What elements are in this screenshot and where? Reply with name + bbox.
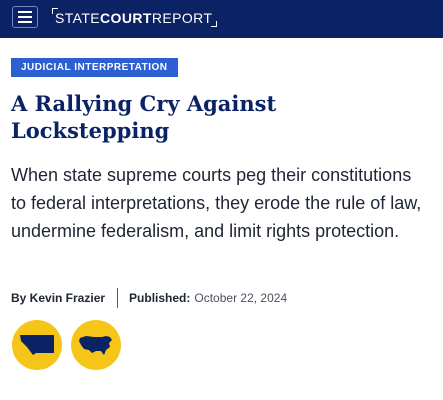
montana-map-icon <box>20 335 54 355</box>
tag-montana[interactable] <box>12 320 62 370</box>
tag-united-states[interactable] <box>71 320 121 370</box>
byline[interactable]: By Kevin Frazier <box>11 291 105 305</box>
published-date: October 22, 2024 <box>194 291 288 305</box>
article-title: A Rallying Cry Against Lockstepping <box>11 91 277 143</box>
site-header: STATECOURTREPORT <box>0 0 443 38</box>
article-dek: When state supreme courts peg their cons… <box>11 165 422 241</box>
category-badge[interactable]: JUDICIAL INTERPRETATION <box>11 58 178 77</box>
hamburger-menu-icon <box>18 11 32 13</box>
usa-map-icon <box>79 336 112 355</box>
menu-button[interactable] <box>12 6 38 28</box>
article-meta: By Kevin Frazier Published: October 22, … <box>11 288 287 308</box>
published-label: Published: <box>129 291 191 305</box>
site-logo[interactable]: STATECOURTREPORT <box>52 8 218 28</box>
meta-divider <box>117 288 119 308</box>
